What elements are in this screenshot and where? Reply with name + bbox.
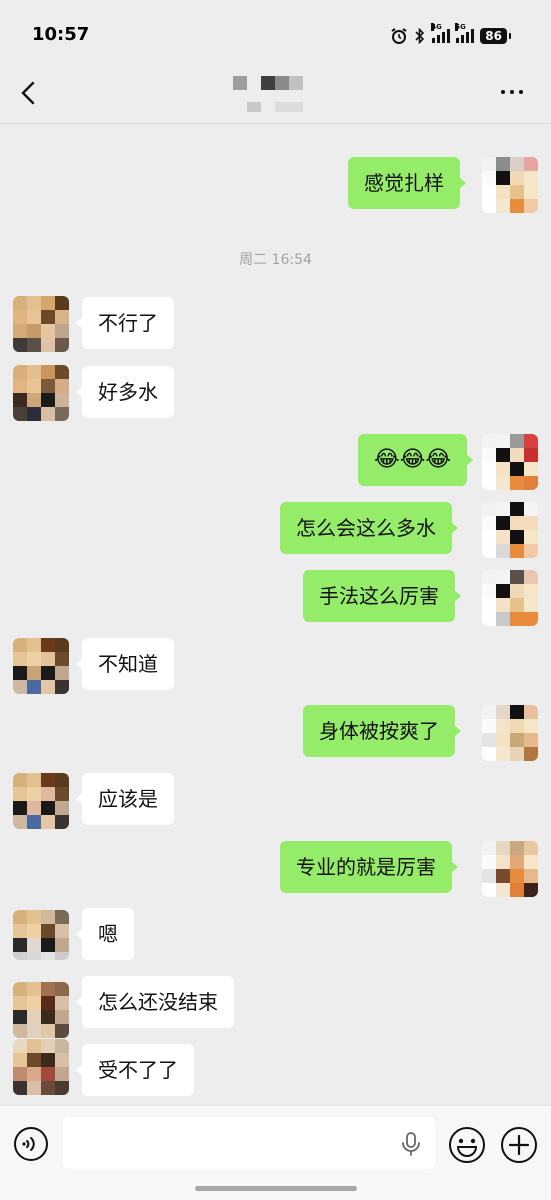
avatar-self[interactable] — [482, 841, 538, 897]
alarm-icon — [391, 28, 407, 44]
avatar-contact[interactable] — [13, 365, 69, 421]
status-bar: 10:57 4G 5G 86 — [0, 0, 551, 68]
chevron-left-icon[interactable] — [14, 78, 44, 108]
plus-icon[interactable] — [500, 1126, 538, 1164]
message-bubble-self[interactable]: 感觉扎样 — [348, 157, 466, 209]
avatar-contact[interactable] — [13, 296, 69, 352]
avatar-contact[interactable] — [13, 1039, 69, 1095]
message-bubble-self[interactable]: 手法这么厉害 — [303, 570, 461, 622]
cellular-signal-icon: 4G — [431, 23, 451, 43]
contact-name-blurred — [233, 76, 305, 116]
cellular-signal-icon-2: 5G — [455, 23, 475, 43]
message-bubble-contact[interactable]: 怎么还没结束 — [76, 976, 234, 1028]
voice-icon[interactable] — [13, 1126, 49, 1162]
avatar-self[interactable] — [482, 705, 538, 761]
battery-indicator: 86 — [480, 28, 511, 44]
avatar-contact[interactable] — [13, 773, 69, 829]
chat-message-list[interactable]: 感觉扎样 周二 16:54 不行了 好多水 😂😂😂 怎么会这么多水 手法这么厉害… — [0, 125, 551, 1105]
status-icons: 4G 5G 86 — [390, 23, 511, 46]
avatar-self[interactable] — [482, 157, 538, 213]
message-bubble-contact[interactable]: 应该是 — [76, 773, 174, 825]
message-bubble-contact[interactable]: 不知道 — [76, 638, 174, 690]
chat-header — [0, 68, 551, 124]
avatar-self[interactable] — [482, 502, 538, 558]
message-bubble-self[interactable]: 怎么会这么多水 — [280, 502, 458, 554]
status-time: 10:57 — [32, 24, 90, 45]
emoji-icon[interactable] — [448, 1126, 486, 1164]
avatar-contact[interactable] — [13, 910, 69, 960]
message-bubble-self[interactable]: 专业的就是厉害 — [280, 841, 458, 893]
avatar-contact[interactable] — [13, 982, 69, 1038]
message-text-input[interactable] — [63, 1117, 435, 1169]
message-bubble-self[interactable]: 😂😂😂 — [358, 434, 474, 486]
message-bubble-contact[interactable]: 不行了 — [76, 297, 174, 349]
message-bubble-contact[interactable]: 嗯 — [76, 908, 134, 960]
message-bubble-contact[interactable]: 受不了了 — [76, 1044, 194, 1096]
avatar-contact[interactable] — [13, 638, 69, 694]
avatar-self[interactable] — [482, 434, 538, 490]
bluetooth-icon — [415, 27, 425, 45]
timestamp-divider: 周二 16:54 — [239, 252, 312, 268]
avatar-self[interactable] — [482, 570, 538, 626]
message-bubble-self[interactable]: 身体被按爽了 — [303, 705, 461, 757]
microphone-icon[interactable] — [400, 1131, 422, 1157]
ellipsis-icon — [501, 90, 505, 94]
more-options-button[interactable] — [501, 82, 531, 102]
message-bubble-contact[interactable]: 好多水 — [76, 366, 174, 418]
home-indicator[interactable] — [195, 1186, 357, 1191]
